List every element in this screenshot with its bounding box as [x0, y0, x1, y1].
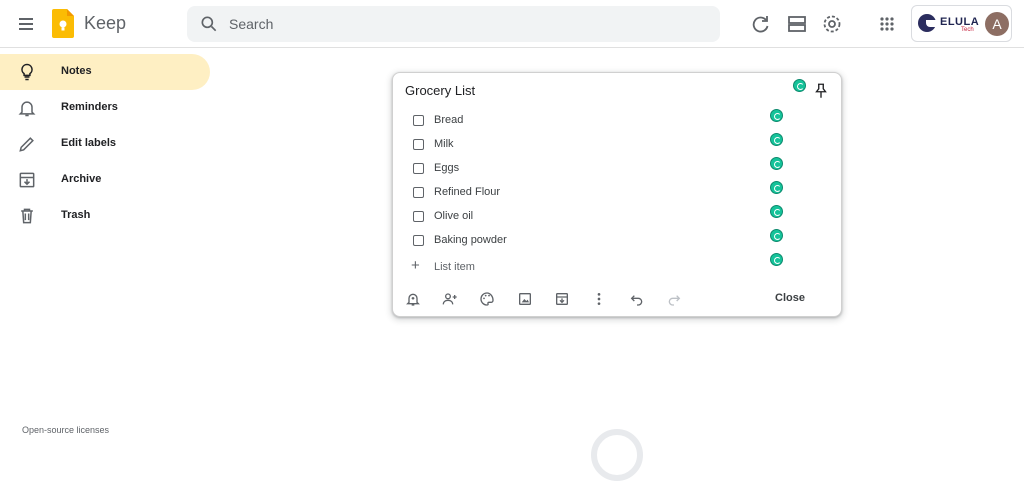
grammarly-icon[interactable] — [770, 109, 783, 122]
trash-icon — [21, 208, 33, 224]
note-editor-card: Grocery List Bread Milk Eggs Refined Flo… — [392, 72, 842, 317]
list-item: Eggs — [413, 160, 773, 178]
archive-button[interactable] — [554, 291, 570, 307]
background-options-icon — [480, 292, 494, 306]
list-view-icon — [788, 16, 806, 32]
brand-subtitle: Tech — [961, 27, 974, 33]
main-menu-button[interactable] — [14, 12, 38, 36]
refresh-button[interactable] — [749, 12, 773, 36]
background-options-button[interactable] — [479, 291, 495, 307]
note-toolbar: Close — [393, 285, 843, 313]
sidebar-item-trash[interactable]: Trash — [0, 198, 210, 234]
lightbulb-icon — [21, 63, 33, 81]
archive-icon — [19, 172, 35, 188]
sidebar-item-archive[interactable]: Archive — [0, 162, 210, 198]
top-app-bar: Keep ELULA Tech A — [0, 0, 1024, 48]
add-list-item[interactable]: + List item — [411, 257, 773, 277]
pin-icon — [815, 83, 827, 98]
grammarly-icon[interactable] — [770, 205, 783, 218]
sidebar-item-reminders[interactable]: Reminders — [0, 90, 210, 126]
plus-icon: + — [411, 257, 420, 274]
list-view-button[interactable] — [785, 12, 809, 36]
search-bar[interactable] — [187, 6, 720, 42]
sidebar-item-label: Edit labels — [61, 137, 117, 149]
loading-spinner — [591, 429, 643, 481]
settings-gear-icon — [823, 15, 841, 33]
more-options-icon — [597, 293, 601, 305]
list-item: Olive oil — [413, 208, 773, 226]
open-source-licenses-link[interactable]: Open-source licenses — [22, 425, 109, 435]
search-icon[interactable] — [199, 14, 219, 34]
more-options-button[interactable] — [591, 291, 607, 307]
item-checkbox[interactable] — [413, 235, 424, 246]
note-title[interactable]: Grocery List — [405, 83, 475, 98]
remind-me-button[interactable] — [405, 291, 421, 307]
add-image-icon — [519, 293, 531, 305]
list-item: Refined Flour — [413, 184, 773, 202]
sidebar-item-label: Reminders — [61, 101, 118, 113]
collaborator-icon — [442, 293, 457, 305]
sidebar-item-label: Archive — [61, 173, 102, 185]
list-item-text[interactable]: Olive oil — [434, 210, 473, 222]
list-item: Bread — [413, 112, 773, 130]
undo-button[interactable] — [629, 291, 645, 307]
sidebar-item-edit-labels[interactable]: Edit labels — [0, 126, 210, 162]
google-apps-button[interactable] — [875, 12, 899, 36]
grammarly-icon[interactable] — [770, 229, 783, 242]
grammarly-icon[interactable] — [770, 181, 783, 194]
add-list-item-label: List item — [434, 261, 475, 273]
brand-logo-icon — [918, 14, 938, 32]
list-item-text[interactable]: Baking powder — [434, 234, 507, 246]
app-title[interactable]: Keep — [84, 13, 126, 34]
list-item: Baking powder — [413, 232, 773, 250]
item-checkbox[interactable] — [413, 115, 424, 126]
list-item-text[interactable]: Eggs — [434, 162, 459, 174]
collaborator-button[interactable] — [442, 291, 458, 307]
list-item: Milk — [413, 136, 773, 154]
undo-icon — [630, 295, 643, 306]
archive-icon — [556, 293, 568, 305]
sidebar-item-label: Notes — [61, 65, 92, 77]
bell-icon — [18, 101, 36, 117]
account-switcher[interactable]: ELULA Tech A — [911, 5, 1012, 42]
user-avatar[interactable]: A — [985, 12, 1009, 36]
pin-note-button[interactable] — [812, 82, 830, 100]
grammarly-icon[interactable] — [770, 253, 783, 266]
item-checkbox[interactable] — [413, 211, 424, 222]
search-input[interactable] — [229, 6, 709, 42]
grammarly-icon[interactable] — [770, 133, 783, 146]
apps-grid-icon — [880, 17, 894, 31]
hamburger-menu-icon — [19, 18, 33, 30]
close-button[interactable]: Close — [775, 292, 805, 304]
list-item-text[interactable]: Milk — [434, 138, 454, 150]
item-checkbox[interactable] — [413, 163, 424, 174]
grammarly-icon[interactable] — [770, 157, 783, 170]
redo-icon — [668, 295, 681, 306]
item-checkbox[interactable] — [413, 139, 424, 150]
settings-button[interactable] — [820, 12, 844, 36]
add-image-button[interactable] — [517, 291, 533, 307]
remind-me-icon — [406, 293, 420, 306]
list-item-text[interactable]: Refined Flour — [434, 186, 500, 198]
pencil-icon — [19, 137, 34, 152]
redo-button[interactable] — [666, 291, 682, 307]
navigation-sidebar: Notes Reminders Edit labels Archive Tras… — [0, 54, 210, 234]
refresh-icon — [752, 16, 769, 33]
sidebar-item-notes[interactable]: Notes — [0, 54, 210, 90]
keep-logo-icon[interactable] — [52, 9, 74, 38]
list-item-text[interactable]: Bread — [434, 114, 463, 126]
item-checkbox[interactable] — [413, 187, 424, 198]
grammarly-icon[interactable] — [793, 79, 806, 92]
sidebar-item-label: Trash — [61, 209, 91, 221]
